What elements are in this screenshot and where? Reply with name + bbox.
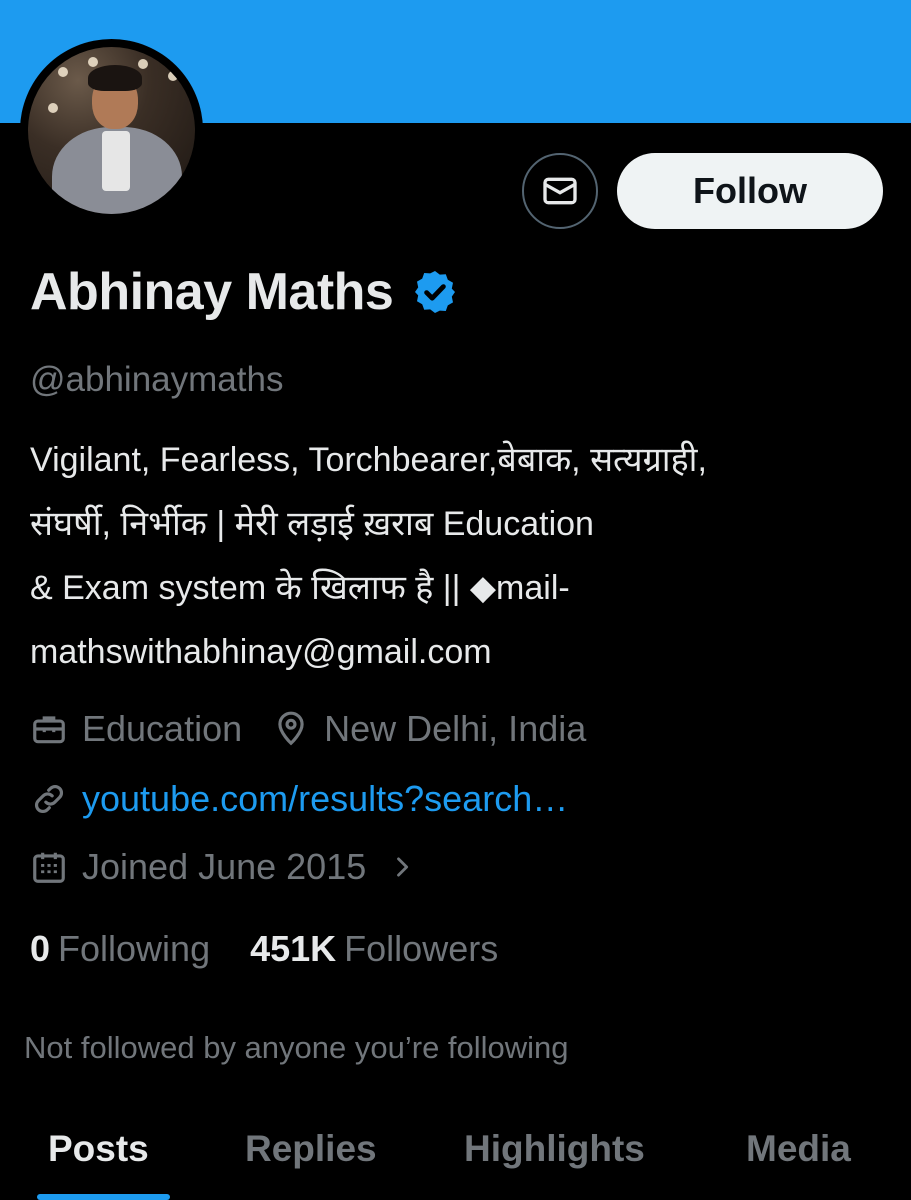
tab-replies[interactable]: Replies — [245, 1128, 377, 1170]
profile-name-row: Abhinay Maths — [30, 262, 459, 322]
followers-link[interactable]: 451K Followers — [250, 928, 498, 970]
tab-media[interactable]: Media — [746, 1128, 851, 1170]
profile-tabs: Posts Replies Highlights Media — [0, 1100, 911, 1200]
profile-meta-row: Education New Delhi, India — [30, 708, 586, 750]
tab-posts[interactable]: Posts — [48, 1128, 149, 1170]
following-label: Following — [58, 928, 211, 969]
profile-name: Abhinay Maths — [30, 263, 394, 321]
profile-website-link[interactable]: youtube.com/results?search… — [82, 778, 568, 820]
profile-category: Education — [82, 708, 243, 749]
tab-highlights[interactable]: Highlights — [464, 1128, 645, 1170]
envelope-icon — [543, 177, 577, 205]
followers-label: Followers — [344, 928, 499, 969]
profile-website-row: youtube.com/results?search… — [30, 778, 568, 820]
profile-handle: @abhinaymaths — [30, 360, 284, 399]
message-button[interactable] — [522, 153, 598, 229]
link-icon — [35, 785, 63, 813]
profile-bio: Vigilant, Fearless, Torchbearer,बेबाक, स… — [30, 441, 707, 671]
location-pin-icon — [278, 711, 304, 746]
profile-location: New Delhi, India — [324, 708, 587, 749]
profile-stats: 0 Following 451K Followers — [30, 928, 498, 970]
following-count: 0 — [30, 928, 51, 969]
avatar-photo — [28, 47, 195, 214]
profile-avatar[interactable] — [20, 39, 203, 222]
calendar-icon — [33, 852, 65, 883]
briefcase-icon — [33, 716, 65, 744]
following-link[interactable]: 0 Following — [30, 928, 210, 970]
followed-by-note: Not followed by anyone you’re following — [24, 1030, 569, 1065]
follow-button[interactable]: Follow — [617, 153, 883, 229]
verified-badge-icon[interactable] — [411, 268, 459, 316]
profile-joined-row[interactable]: Joined June 2015 — [30, 846, 416, 888]
followers-count: 451K — [250, 928, 337, 969]
profile-joined-date: Joined June 2015 — [82, 846, 367, 887]
chevron-right-icon — [397, 857, 409, 877]
active-tab-indicator — [37, 1194, 170, 1200]
